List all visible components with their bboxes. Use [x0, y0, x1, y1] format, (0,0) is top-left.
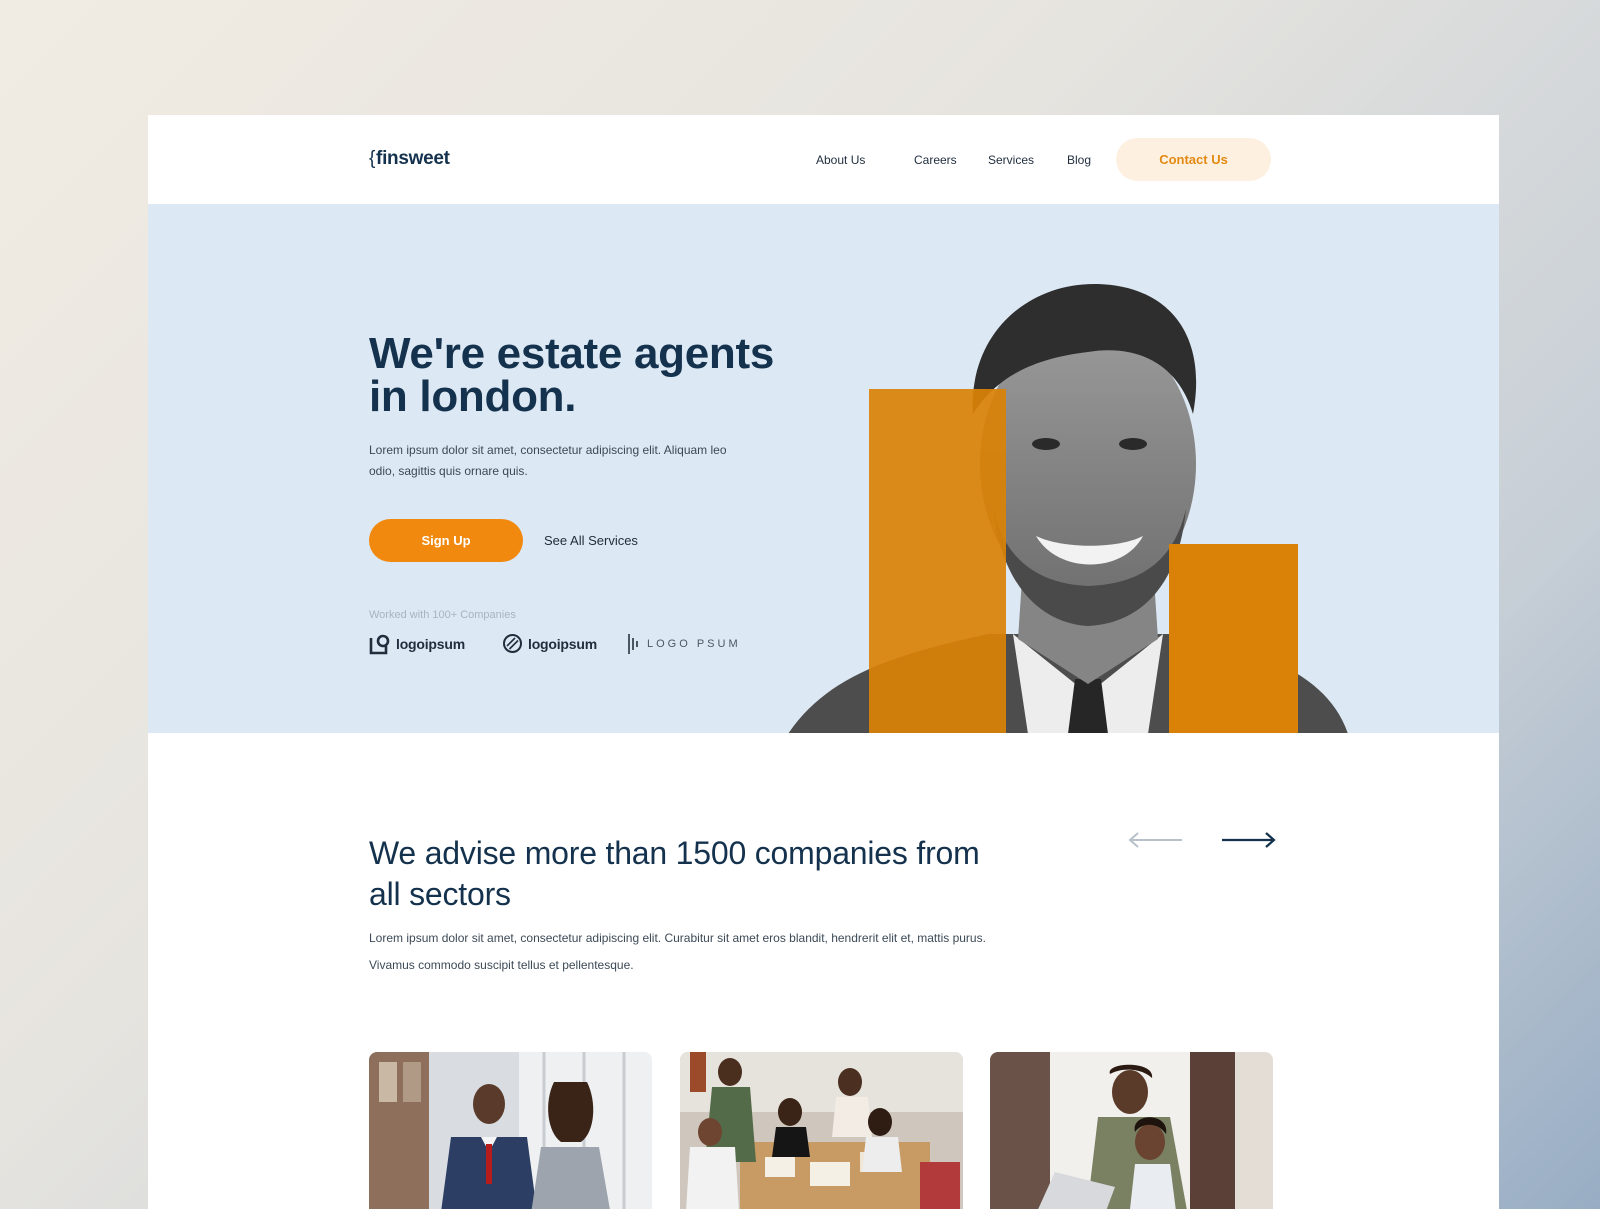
bars-mark-icon — [628, 634, 638, 654]
advise-title: We advise more than 1500 companies from … — [369, 835, 980, 912]
brand-logo[interactable]: {finsweet — [369, 148, 450, 170]
case-card-3[interactable] — [990, 1052, 1273, 1209]
hero-title: We're estate agents in london. — [369, 329, 775, 421]
nav-about-us[interactable]: About Us — [816, 153, 865, 167]
case-card-3-image — [990, 1052, 1273, 1209]
arrow-left-icon[interactable] — [1128, 831, 1184, 849]
page-frame: {finsweet About Us Careers Services Blog… — [148, 115, 1499, 1209]
logo-brace: { — [369, 148, 376, 169]
hero-portrait-illustration — [788, 283, 1348, 733]
see-all-services-link[interactable]: See All Services — [544, 533, 638, 548]
contact-us-button[interactable]: Contact Us — [1116, 138, 1271, 181]
case-card-2-image — [680, 1052, 963, 1209]
portrait-eye-right — [1119, 438, 1147, 450]
hero-subtitle: Lorem ipsum dolor sit amet, consectetur … — [369, 443, 727, 478]
nav-services[interactable]: Services — [988, 153, 1034, 167]
striped-circle-icon — [503, 634, 522, 653]
arrow-right-icon[interactable] — [1220, 831, 1276, 849]
portrait-tie — [1068, 679, 1108, 733]
logoipsum-mark-icon — [369, 634, 390, 655]
partner-name-2: logoipsum — [528, 635, 597, 652]
partner-logo-3: LOGO PSUM — [628, 633, 741, 655]
case-card-2[interactable] — [680, 1052, 963, 1209]
advise-subtitle: Lorem ipsum dolor sit amet, consectetur … — [369, 931, 986, 972]
nav-blog[interactable]: Blog — [1067, 153, 1091, 167]
orange-block-right — [1169, 544, 1298, 733]
sign-up-button[interactable]: Sign Up — [369, 519, 523, 562]
partner-name-3: LOGO PSUM — [647, 638, 741, 650]
hero-section: We're estate agents in london. Lorem ips… — [148, 204, 1499, 733]
portrait-eye-left — [1032, 438, 1060, 450]
case-card-1[interactable] — [369, 1052, 652, 1209]
nav-careers[interactable]: Careers — [914, 153, 957, 167]
orange-block-left — [869, 389, 1006, 733]
partner-name-1: logoipsum — [396, 636, 465, 652]
logo-text: finsweet — [376, 148, 450, 169]
partner-logo-1: logoipsum — [369, 633, 465, 655]
top-nav: {finsweet About Us Careers Services Blog… — [148, 115, 1499, 204]
partner-logo-2: logoipsum — [502, 633, 597, 654]
worked-with-label: Worked with 100+ Companies — [369, 609, 516, 621]
case-card-1-image — [369, 1052, 652, 1209]
